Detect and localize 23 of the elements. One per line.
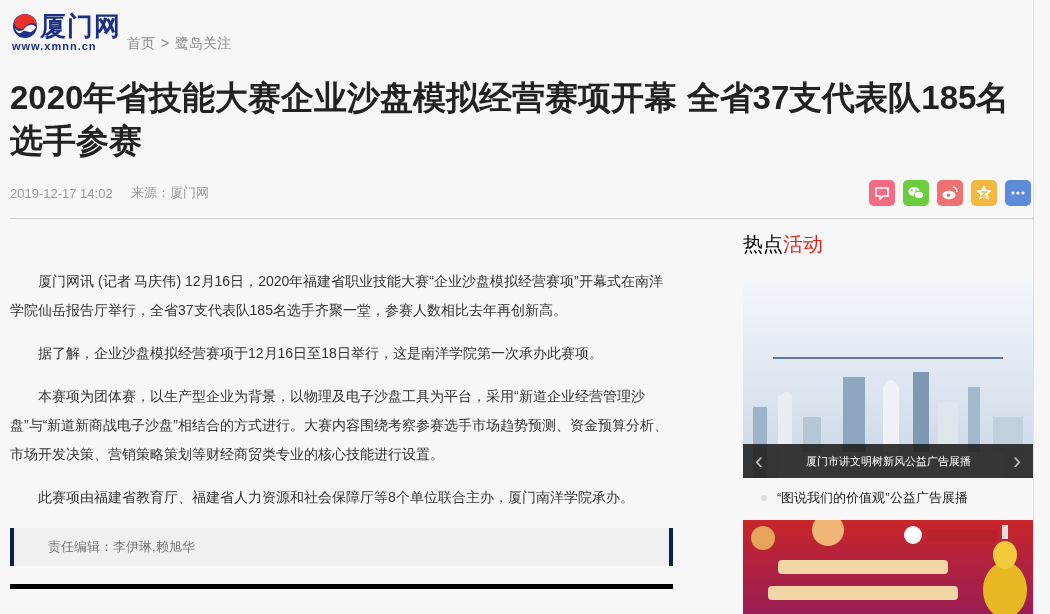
source-label: 来源：厦门网 (130, 184, 209, 202)
publish-date: 2019-12-17 14:02 (10, 185, 113, 201)
news-link[interactable]: “图说我们的价值观”公益广告展播 (777, 488, 968, 508)
section-heading: 热点 (743, 232, 783, 257)
article-paragraph: 据了解，企业沙盘模拟经营赛项于12月16日至18日举行，这是南洋学院第一次承办此赛项。 (37, 344, 604, 363)
logo-text: 厦门网 (40, 12, 121, 40)
breadcrumb-separator: > (161, 34, 170, 52)
slide-caption: 厦门市讲文明树新风公益广告展播 (805, 453, 971, 469)
article-title: 2020年省技能大赛企业沙盘模拟经营赛项开幕 全省37支代表队185名选手参赛 (10, 78, 1011, 161)
logo-icon (12, 13, 38, 39)
article-paragraph: 此赛项由福建省教育厅、福建省人力资源和社会保障厅等8个单位联合主办，厦门南洋学院承办。 (37, 488, 635, 507)
chat-bubbles-icon[interactable] (903, 180, 929, 206)
comment-icon[interactable] (869, 180, 895, 206)
breadcrumb-link[interactable]: 首页 (127, 34, 155, 52)
logo-url: www.xmnn.cn (12, 40, 97, 52)
article-paragraph: 本赛项为团体赛，以生产型企业为背景，以物理及电子沙盘工具为平台，采用“新道企业经营管理沙盘”与“新道新商战电子沙盘”相结合的方式进行。大赛内容围绕考察参赛选手市场趋势预测、资金预算分析、市场开发决策、营销策略策划等财经商贸类专业的核心技能进行设置。 (10, 387, 669, 464)
editor-credit: 责任编辑：李伊琳,赖旭华 (10, 528, 673, 566)
bullet-dot (761, 495, 767, 501)
more-icon[interactable] (1005, 180, 1031, 206)
breadcrumb-link[interactable]: 鹭岛关注 (175, 34, 232, 52)
article-paragraph: 厦门网讯 (记者 马庆伟) 12月16日，2020年福建省职业技能大赛“企业沙盘模拟经营赛项”开幕式在南洋学院仙岳报告厅举行，全省37支代表队185名选手齐聚一堂，参赛人数相比去年再创新高。 (10, 272, 664, 320)
next-slide-button[interactable]: › (1013, 448, 1021, 474)
section-heading-accent: 活动 (783, 232, 823, 257)
